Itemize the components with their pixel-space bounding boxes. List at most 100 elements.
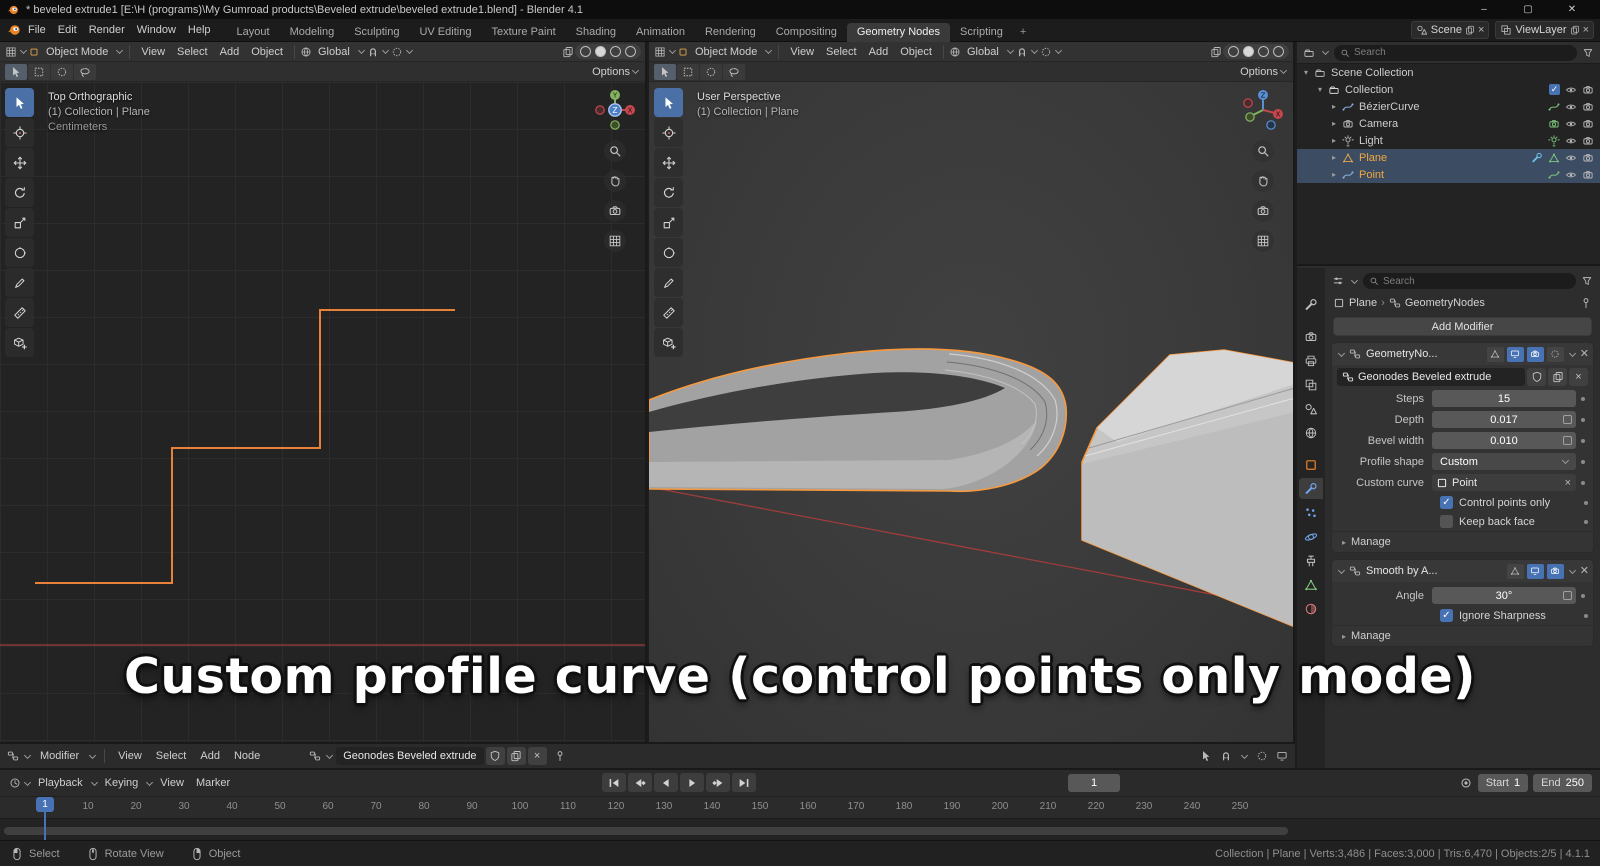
auto-keying-icon[interactable] <box>1459 776 1473 790</box>
shading-rendered-icon[interactable] <box>625 46 636 57</box>
control-points-only-checkbox[interactable]: ✓ <box>1440 496 1453 509</box>
snap-magnet-icon[interactable] <box>366 45 380 59</box>
menu-help[interactable]: Help <box>182 19 217 41</box>
transform-tool[interactable] <box>654 238 683 267</box>
select-mode-circle-icon[interactable] <box>51 63 73 80</box>
expand-icon[interactable] <box>1337 566 1346 574</box>
scale-tool[interactable] <box>5 208 34 237</box>
scale-tool[interactable] <box>654 208 683 237</box>
menu-add[interactable]: Add <box>194 745 226 767</box>
tab-material[interactable] <box>1299 598 1323 619</box>
pan-hand-icon[interactable] <box>1252 170 1274 192</box>
properties-editor-icon[interactable] <box>1331 274 1345 288</box>
node-editor-icon[interactable] <box>6 749 20 763</box>
tab-view-layer[interactable] <box>1299 374 1323 395</box>
shading-material-icon[interactable] <box>1258 46 1269 57</box>
menu-select[interactable]: Select <box>171 42 214 63</box>
close-icon[interactable]: ✕ <box>1580 348 1589 360</box>
depth-field[interactable]: 0.017 <box>1432 411 1576 428</box>
menu-render[interactable]: Render <box>83 19 131 41</box>
profile-shape-dropdown[interactable]: Custom <box>1432 453 1576 470</box>
on-cage-toggle-icon[interactable] <box>1546 346 1564 362</box>
annotate-tool[interactable] <box>654 268 683 297</box>
play-button[interactable] <box>680 773 704 792</box>
ortho-toggle-icon[interactable] <box>1252 230 1274 252</box>
tab-compositing[interactable]: Compositing <box>766 23 847 42</box>
extrapolate-icon[interactable] <box>1563 415 1572 424</box>
next-keyframe-button[interactable] <box>706 773 730 792</box>
outliner-row-camera[interactable]: ▸ Camera <box>1297 115 1600 132</box>
mode-dropdown[interactable]: Object Mode <box>689 42 763 63</box>
menu-add[interactable]: Add <box>214 42 246 63</box>
hide-eye-icon[interactable] <box>1565 118 1577 130</box>
animate-dot-icon[interactable] <box>1584 500 1588 505</box>
expand-icon[interactable]: ▸ <box>1329 136 1339 145</box>
breadcrumb-data[interactable]: GeometryNodes <box>1405 297 1485 309</box>
ignore-sharpness-checkbox[interactable]: ✓ <box>1440 609 1453 622</box>
hide-eye-icon[interactable] <box>1565 152 1577 164</box>
properties-search-input[interactable] <box>1383 275 1570 287</box>
outliner-row-plane[interactable]: ▸ Plane <box>1297 149 1600 166</box>
zoom-icon[interactable] <box>604 140 626 162</box>
select-mode-tweak-icon[interactable] <box>5 63 27 80</box>
steps-field[interactable]: 15 <box>1432 390 1576 407</box>
breadcrumb-object[interactable]: Plane <box>1349 297 1377 309</box>
hide-eye-icon[interactable] <box>1565 135 1577 147</box>
camera-view-icon[interactable] <box>1252 200 1274 222</box>
transform-tool[interactable] <box>5 238 34 267</box>
animate-dot-icon[interactable] <box>1581 396 1585 401</box>
shading-wireframe-icon[interactable] <box>580 46 591 57</box>
cursor-tool[interactable] <box>5 118 34 147</box>
tab-scripting[interactable]: Scripting <box>950 23 1013 42</box>
menu-object[interactable]: Object <box>245 42 289 63</box>
tab-uv-editing[interactable]: UV Editing <box>409 23 481 42</box>
animate-dot-icon[interactable] <box>1584 519 1588 524</box>
frame-end-field[interactable]: End 250 <box>1533 774 1592 792</box>
duplicate-icon[interactable] <box>506 747 526 765</box>
pin-icon[interactable] <box>553 749 567 763</box>
shading-wireframe-icon[interactable] <box>1228 46 1239 57</box>
expand-icon[interactable]: ▸ <box>1329 119 1339 128</box>
tab-scene[interactable] <box>1299 398 1323 419</box>
render-visibility-icon[interactable] <box>1582 84 1594 96</box>
node-editor-mode-dropdown[interactable]: Modifier <box>34 745 85 767</box>
scene-selector[interactable]: Scene × <box>1410 21 1490 39</box>
animate-dot-icon[interactable] <box>1581 593 1585 598</box>
add-workspace-button[interactable]: + <box>1013 23 1033 42</box>
tab-object[interactable] <box>1299 454 1323 475</box>
maximize-button[interactable]: ▢ <box>1506 0 1550 19</box>
mode-dropdown[interactable]: Object Mode <box>40 42 114 63</box>
menu-playback[interactable]: Playback <box>32 772 89 794</box>
menu-view[interactable]: View <box>784 42 820 63</box>
outliner-row-beziercurve[interactable]: ▸ BézierCurve <box>1297 98 1600 115</box>
animate-dot-icon[interactable] <box>1584 613 1588 618</box>
menu-add[interactable]: Add <box>863 42 895 63</box>
extras-dropdown-icon[interactable] <box>1568 349 1576 357</box>
filter-icon[interactable] <box>1580 274 1594 288</box>
close-button[interactable]: ✕ <box>1550 0 1594 19</box>
prev-keyframe-button[interactable] <box>628 773 652 792</box>
tab-particles[interactable] <box>1299 502 1323 523</box>
unlink-icon[interactable]: × <box>1569 368 1588 386</box>
fake-user-shield-icon[interactable] <box>1527 368 1546 386</box>
jump-to-start-button[interactable] <box>602 773 626 792</box>
outliner-search-input[interactable] <box>1354 47 1571 58</box>
pin-icon[interactable] <box>1580 297 1592 309</box>
orientation-dropdown[interactable]: Global <box>312 42 356 63</box>
node-group-field[interactable]: Geonodes Beveled extrude <box>1337 368 1525 386</box>
render-visibility-icon[interactable] <box>1582 101 1594 113</box>
add-modifier-button[interactable]: Add Modifier <box>1333 317 1592 336</box>
tab-output[interactable] <box>1299 350 1323 371</box>
menu-view[interactable]: View <box>112 745 148 767</box>
menu-edit[interactable]: Edit <box>52 19 83 41</box>
expand-icon[interactable] <box>1337 349 1346 357</box>
collection-exclude-checkbox[interactable]: ✓ <box>1549 84 1560 95</box>
annotate-tool[interactable] <box>5 268 34 297</box>
angle-field[interactable]: 30° <box>1432 587 1576 604</box>
modifier-header[interactable]: GeometryNo... ✕ <box>1332 343 1593 365</box>
move-tool[interactable] <box>5 148 34 177</box>
select-mode-box-icon[interactable] <box>677 63 699 80</box>
tab-geometry-nodes[interactable]: Geometry Nodes <box>846 22 951 42</box>
menu-window[interactable]: Window <box>131 19 182 41</box>
modifier-header[interactable]: Smooth by A... ✕ <box>1332 560 1593 582</box>
